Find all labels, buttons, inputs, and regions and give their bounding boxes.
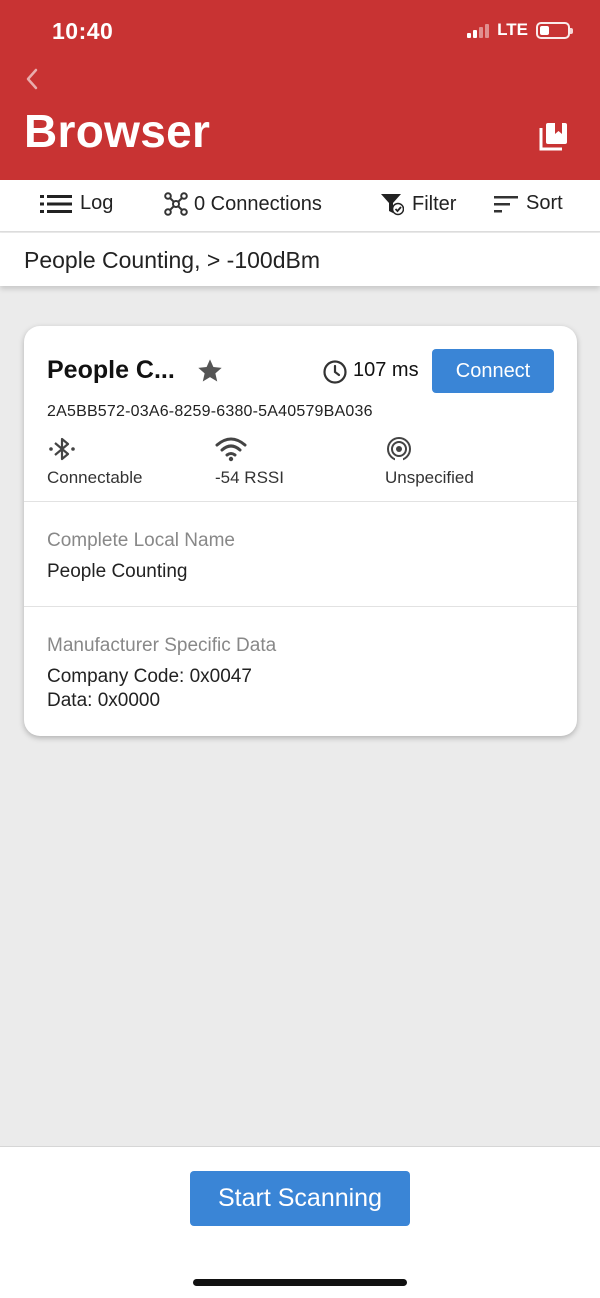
status-time: 10:40 [52,18,114,44]
home-indicator[interactable] [193,1279,407,1286]
clock-icon [323,360,347,384]
list-icon [40,194,72,213]
property-label: -54 RSSI [215,468,284,487]
filter-label: Filter [412,192,457,215]
connect-button[interactable]: Connect [432,349,554,393]
network-type: LTE [497,20,528,39]
property-connectable: Connectable [47,434,142,488]
wifi-signal-icon [215,437,247,462]
advertising-interval: 107 ms [353,359,419,381]
property-label: Unspecified [385,468,474,487]
section-title-manufacturer-data: Manufacturer Specific Data [47,635,277,656]
bookmark-icon [539,123,567,151]
active-filter-bar[interactable]: People Counting, > -100dBm [0,233,600,286]
broadcast-icon [387,437,411,463]
device-uuid: 2A5BB572-03A6-8259-6380-5A40579BA036 [47,403,373,420]
back-button[interactable] [18,64,48,94]
section-title-local-name: Complete Local Name [47,530,235,551]
status-indicators: LTE [467,20,573,40]
property-label: Connectable [47,468,143,487]
filter-button[interactable]: Filter [380,192,456,216]
sort-icon [494,195,518,212]
property-tx-power: Unspecified [385,434,474,488]
device-name: People C... [47,356,175,384]
chevron-left-icon [26,68,38,90]
log-button[interactable]: Log [40,192,113,215]
company-code-value: Company Code: 0x0047 [47,666,252,687]
footer-bar: Start Scanning [0,1146,600,1298]
start-scanning-button[interactable]: Start Scanning [190,1171,410,1226]
connections-label: 0 Connections [194,192,322,215]
log-label: Log [80,192,114,214]
battery-icon [536,21,573,39]
toolbar: Log 0 Connections Filter Sort [0,180,600,232]
network-nodes-icon [164,192,188,216]
sort-label: Sort [526,192,563,214]
cell-signal-icon [467,22,490,38]
active-filter-text: People Counting, > -100dBm [24,247,321,273]
app-header: 10:40 LTE Browser [0,0,600,180]
star-icon[interactable] [196,357,224,385]
bluetooth-icon [49,437,75,461]
local-name-value: People Counting [47,561,188,582]
connections-button[interactable]: 0 Connections [164,192,322,216]
bookmarks-button[interactable] [538,120,570,152]
divider [24,606,577,607]
manufacturer-data-value: Data: 0x0000 [47,690,161,711]
filter-icon [381,194,404,216]
device-card[interactable]: People C... 107 ms Connect 2A5BB572-03A6… [24,326,577,736]
divider [24,501,577,502]
sort-button[interactable]: Sort [494,192,563,215]
page-title: Browser [24,105,211,157]
property-rssi: -54 RSSI [215,434,284,488]
